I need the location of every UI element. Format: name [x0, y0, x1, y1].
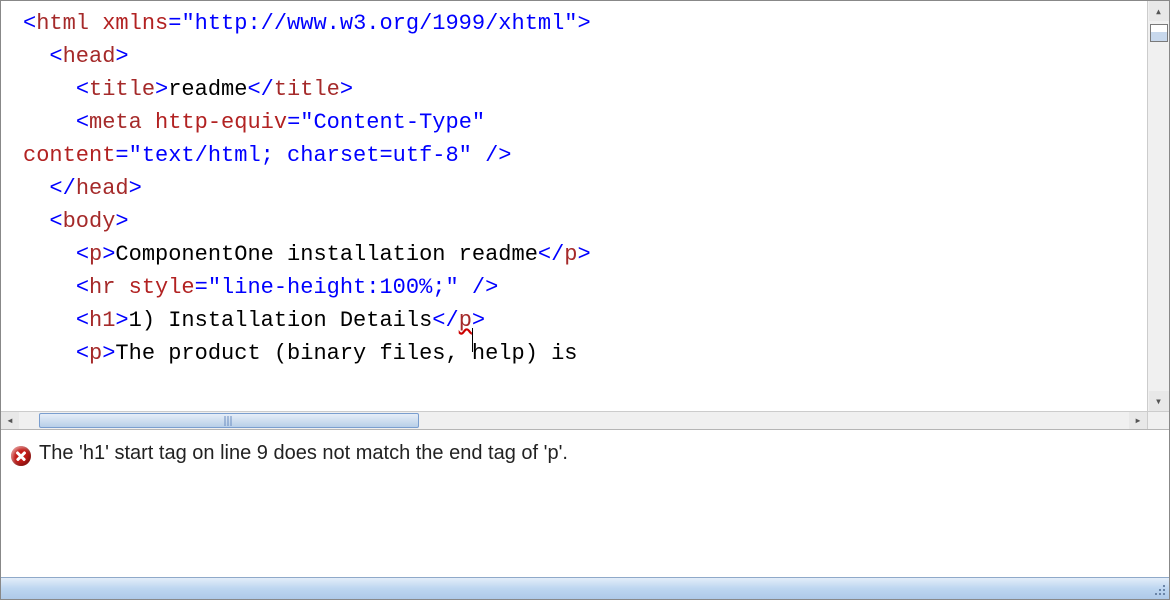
horizontal-scroll-track[interactable] [19, 412, 1129, 429]
vertical-scrollbar[interactable]: ▴ ▾ [1147, 1, 1169, 411]
tag-bracket: < [23, 11, 36, 36]
scroll-right-icon[interactable]: ▸ [1129, 412, 1147, 429]
scrollbar-corner [1147, 412, 1169, 429]
scroll-left-icon[interactable]: ◂ [1, 412, 19, 429]
attr-value: "http://www.w3.org/1999/xhtml" [181, 11, 577, 36]
code-editor[interactable]: <html xmlns="http://www.w3.org/1999/xhtm… [1, 1, 1147, 411]
vertical-scroll-track[interactable] [1148, 45, 1169, 391]
status-bar [1, 577, 1169, 599]
horizontal-scroll-thumb[interactable] [39, 413, 419, 428]
scroll-up-icon[interactable]: ▴ [1149, 1, 1169, 21]
horizontal-scrollbar[interactable]: ◂ ▸ [1, 411, 1169, 429]
error-panel: The 'h1' start tag on line 9 does not ma… [1, 429, 1169, 577]
error-squiggle: p [459, 308, 472, 333]
error-message: The 'h1' start tag on line 9 does not ma… [39, 442, 568, 465]
scroll-down-icon[interactable]: ▾ [1149, 391, 1169, 411]
tag-name: html [36, 11, 89, 36]
title-text: readme [168, 77, 247, 102]
split-view-icon[interactable] [1150, 24, 1168, 42]
attr-name: xmlns [102, 11, 168, 36]
error-icon [11, 446, 31, 466]
resize-grip[interactable] [1147, 578, 1169, 599]
editor-area: <html xmlns="http://www.w3.org/1999/xhtm… [1, 1, 1169, 411]
editor-window: <html xmlns="http://www.w3.org/1999/xhtm… [0, 0, 1170, 600]
